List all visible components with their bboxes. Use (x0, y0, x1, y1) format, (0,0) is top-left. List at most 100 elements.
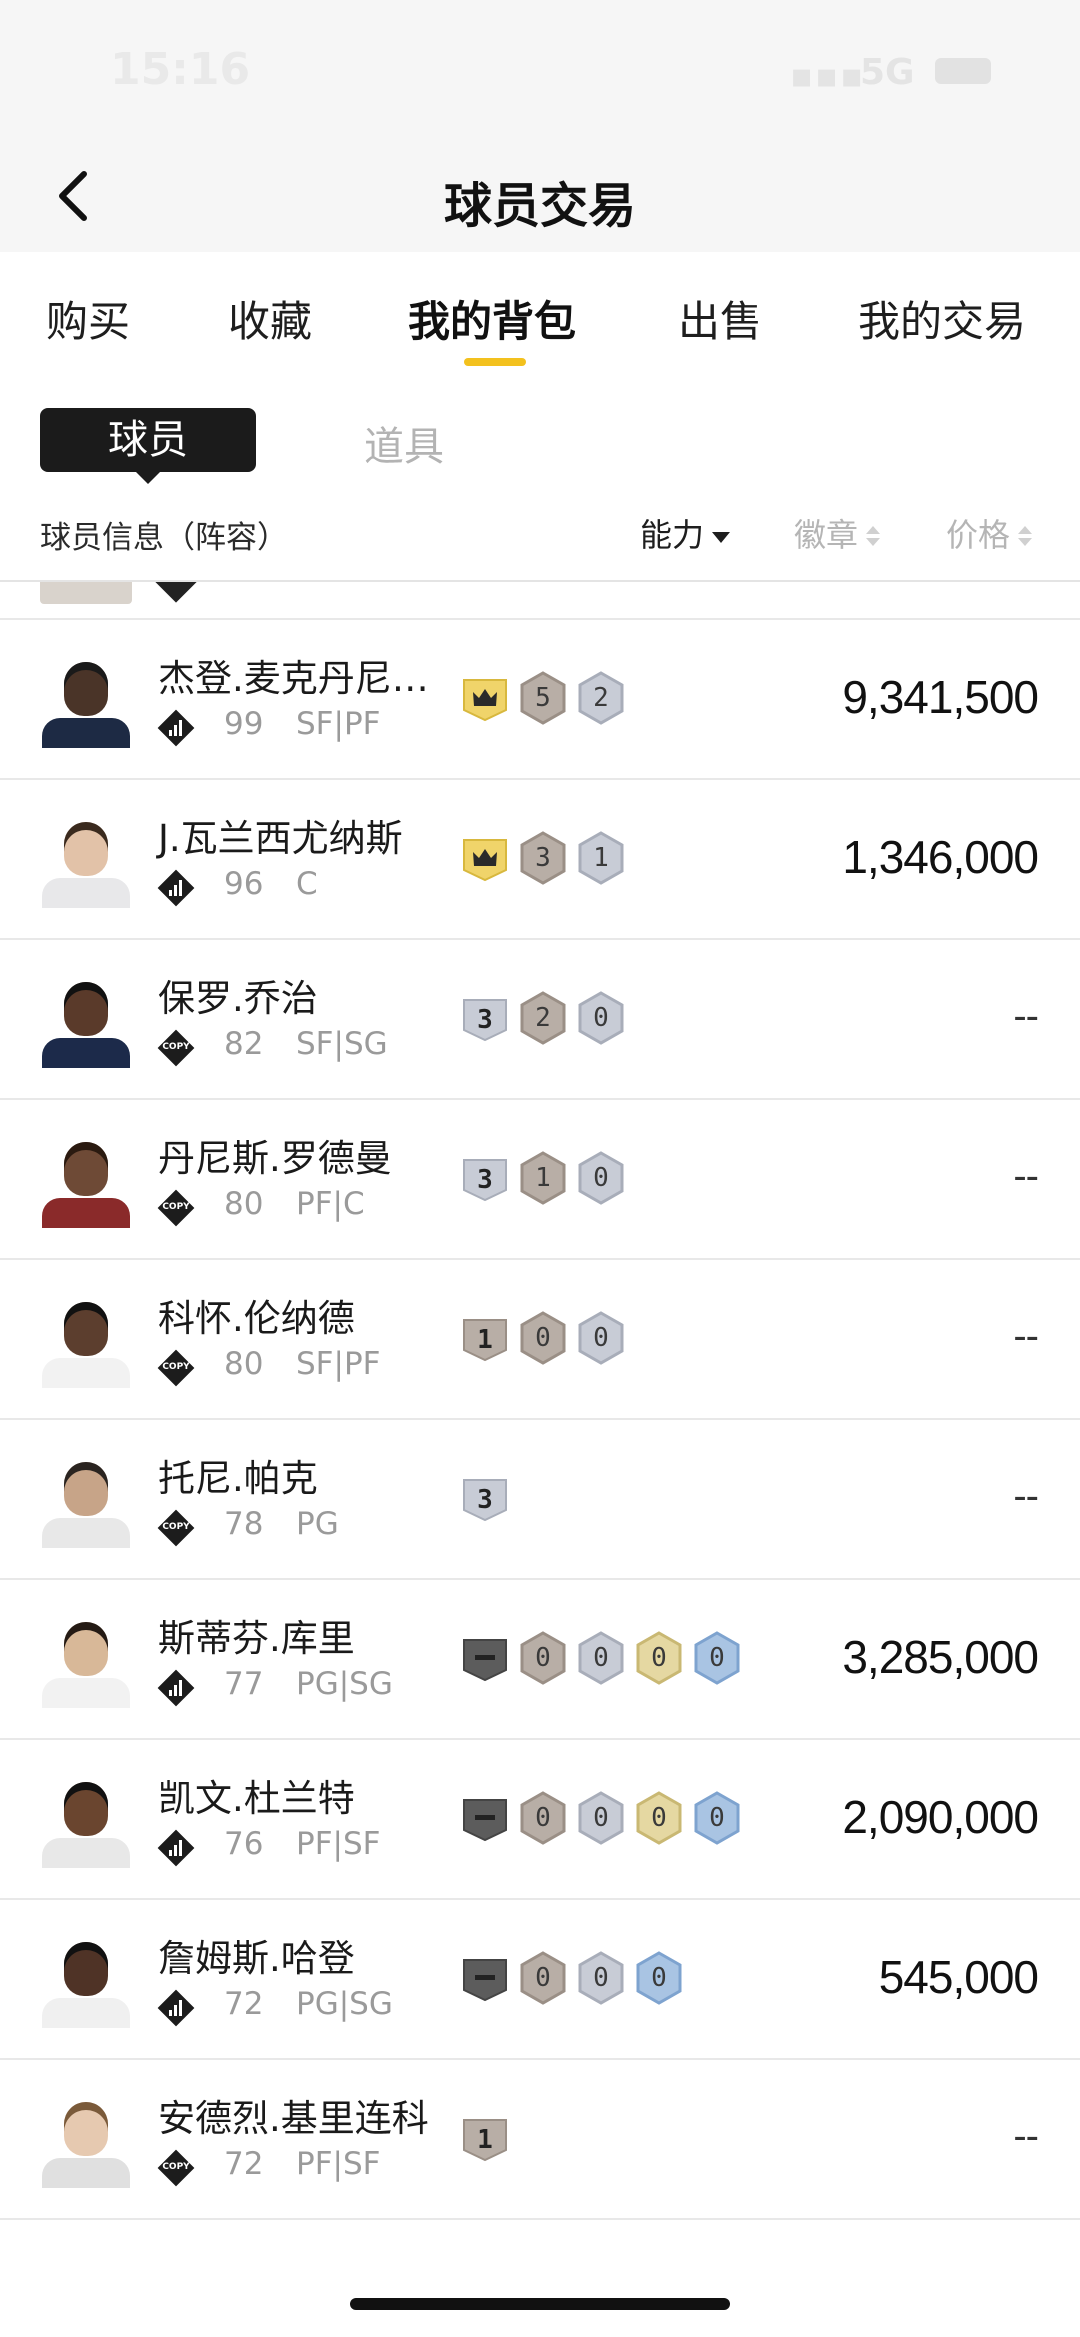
player-row[interactable]: 托尼.帕克 COPY 78 PG 3 -- (0, 1420, 1080, 1580)
player-name: 安德烈.基里连科 (158, 2097, 429, 2140)
bronze-badge-icon: 0 (518, 1790, 568, 1846)
copy-card-icon: COPY (157, 1349, 195, 1387)
column-ability-sort[interactable]: 能力 (640, 510, 731, 556)
player-position: PG|SG (296, 1666, 393, 1702)
badge-count: 0 (593, 1323, 609, 1353)
column-badge-label: 徽章 (794, 516, 859, 554)
badge-count: 0 (593, 1803, 609, 1833)
badge-count: 0 (651, 1803, 667, 1833)
bronze-badge-icon: 2 (518, 990, 568, 1046)
player-row[interactable]: 丹尼斯.罗德曼 COPY 80 PF|C 3 1 0 -- (0, 1100, 1080, 1260)
badge-count: 1 (477, 1325, 493, 1355)
crown-badge-icon (460, 670, 510, 726)
gold-badge-icon: 0 (634, 1630, 684, 1686)
tab-buy[interactable]: 购买 (46, 288, 130, 349)
player-avatar (40, 2096, 132, 2188)
player-price: 3,285,000 (842, 1631, 1039, 1683)
player-position: SF|PF (296, 706, 381, 742)
badge-count: 2 (535, 1003, 551, 1033)
player-avatar (40, 656, 132, 748)
tab-sell[interactable]: 出售 (678, 288, 762, 349)
level-badge-icon (460, 1790, 510, 1846)
player-price: -- (1013, 1314, 1039, 1358)
tab-favorites[interactable]: 收藏 (228, 288, 312, 349)
silver-badge-icon: 0 (576, 1150, 626, 1206)
silver-badge-icon: 0 (576, 1310, 626, 1366)
subtab-players[interactable]: 球员 (40, 408, 256, 472)
ability-bars-icon (157, 869, 195, 907)
player-price: 1,346,000 (842, 831, 1039, 883)
column-price-sort[interactable]: 价格 (946, 510, 1033, 556)
ability-bars-icon (157, 709, 195, 747)
player-row[interactable]: 凯文.杜兰特 76 PF|SF 0 0 0 0 2,090,000 (0, 1740, 1080, 1900)
tab-my-backpack[interactable]: 我的背包 (408, 288, 576, 349)
player-price: -- (1013, 1474, 1039, 1518)
status-time: 15:16 (110, 44, 251, 95)
player-rating: 80 (224, 1346, 264, 1382)
avatar (40, 582, 132, 604)
bronze-badge-icon: 3 (518, 830, 568, 886)
player-row[interactable]: 杰登.麦克丹尼… 99 SF|PF 5 2 9,341,500 (0, 620, 1080, 780)
badge-count: 3 (535, 843, 551, 873)
gold-badge-icon: 0 (634, 1790, 684, 1846)
badge-count: 0 (535, 1323, 551, 1353)
player-row[interactable]: 斯蒂芬.库里 77 PG|SG 0 0 0 0 3,285,000 (0, 1580, 1080, 1740)
player-position: SF|SG (296, 1026, 388, 1062)
ability-bars-icon (157, 1669, 195, 1707)
badge-count: 3 (477, 1485, 493, 1515)
player-name: 詹姆斯.哈登 (158, 1937, 355, 1980)
player-row[interactable]: J.瓦兰西尤纳斯 96 C 3 1 1,346,000 (0, 780, 1080, 940)
badge-count: 0 (709, 1803, 725, 1833)
player-price: -- (1013, 2114, 1039, 2158)
level-badge-icon (460, 1630, 510, 1686)
player-row[interactable]: 保罗.乔治 COPY 82 SF|SG 3 2 0 -- (0, 940, 1080, 1100)
player-price: 9,341,500 (842, 671, 1039, 723)
player-rating: 72 (224, 1986, 264, 2022)
player-list: 杰登.麦克丹尼… 99 SF|PF 5 2 9,341,500 J.瓦兰西尤纳斯 96 C 3 1 1… (0, 620, 1080, 2220)
player-rating: 96 (224, 866, 264, 902)
silver-badge-icon: 0 (576, 1950, 626, 2006)
player-row[interactable]: 科怀.伦纳德 COPY 80 SF|PF 1 0 0 -- (0, 1260, 1080, 1420)
bronze-badge-icon: 0 (518, 1950, 568, 2006)
copy-card-icon: COPY (157, 1029, 195, 1067)
player-rating: 80 (224, 1186, 264, 1222)
player-price: -- (1013, 1154, 1039, 1198)
column-badge-sort[interactable]: 徽章 (794, 510, 881, 556)
badge-count: 3 (477, 1005, 493, 1035)
badge-count: 1 (535, 1163, 551, 1193)
player-avatar (40, 1296, 132, 1388)
silver-badge-icon: 2 (576, 670, 626, 726)
badge-count: 2 (593, 683, 609, 713)
player-rating: 76 (224, 1826, 264, 1862)
active-tab-indicator (464, 358, 526, 366)
badge-count: 0 (593, 1963, 609, 1993)
player-rating: 78 (224, 1506, 264, 1542)
page-title: 球员交易 (443, 178, 636, 234)
signal-icon: ▪▪▪ (790, 56, 866, 96)
player-price: 545,000 (878, 1951, 1039, 2003)
player-avatar (40, 816, 132, 908)
blue-badge-icon: 0 (692, 1790, 742, 1846)
player-position: C (296, 866, 318, 902)
player-price: 2,090,000 (842, 1791, 1039, 1843)
player-position: SF|PF (296, 1346, 381, 1382)
sort-icon (866, 526, 881, 548)
badge-count: 0 (651, 1963, 667, 1993)
player-row[interactable]: 詹姆斯.哈登 72 PG|SG 0 0 0 545,000 (0, 1900, 1080, 2060)
subtab-items[interactable]: 道具 (364, 414, 444, 472)
badge-count: 0 (709, 1643, 725, 1673)
player-avatar (40, 1776, 132, 1868)
player-name: J.瓦兰西尤纳斯 (158, 817, 403, 860)
bronze-badge-icon: 5 (518, 670, 568, 726)
player-row[interactable]: 安德烈.基里连科 COPY 72 PF|SF 1 -- (0, 2060, 1080, 2220)
badge-count: 1 (593, 843, 609, 873)
copy-card-icon: COPY (157, 2149, 195, 2187)
list-item-partial (0, 582, 1080, 618)
player-avatar (40, 1456, 132, 1548)
level-badge-icon: 1 (460, 1310, 510, 1366)
player-price: -- (1013, 994, 1039, 1038)
player-name: 保罗.乔治 (158, 977, 318, 1020)
level-badge-icon: 3 (460, 990, 510, 1046)
tab-my-trades[interactable]: 我的交易 (858, 288, 1026, 349)
player-position: PF|SF (296, 1826, 381, 1862)
